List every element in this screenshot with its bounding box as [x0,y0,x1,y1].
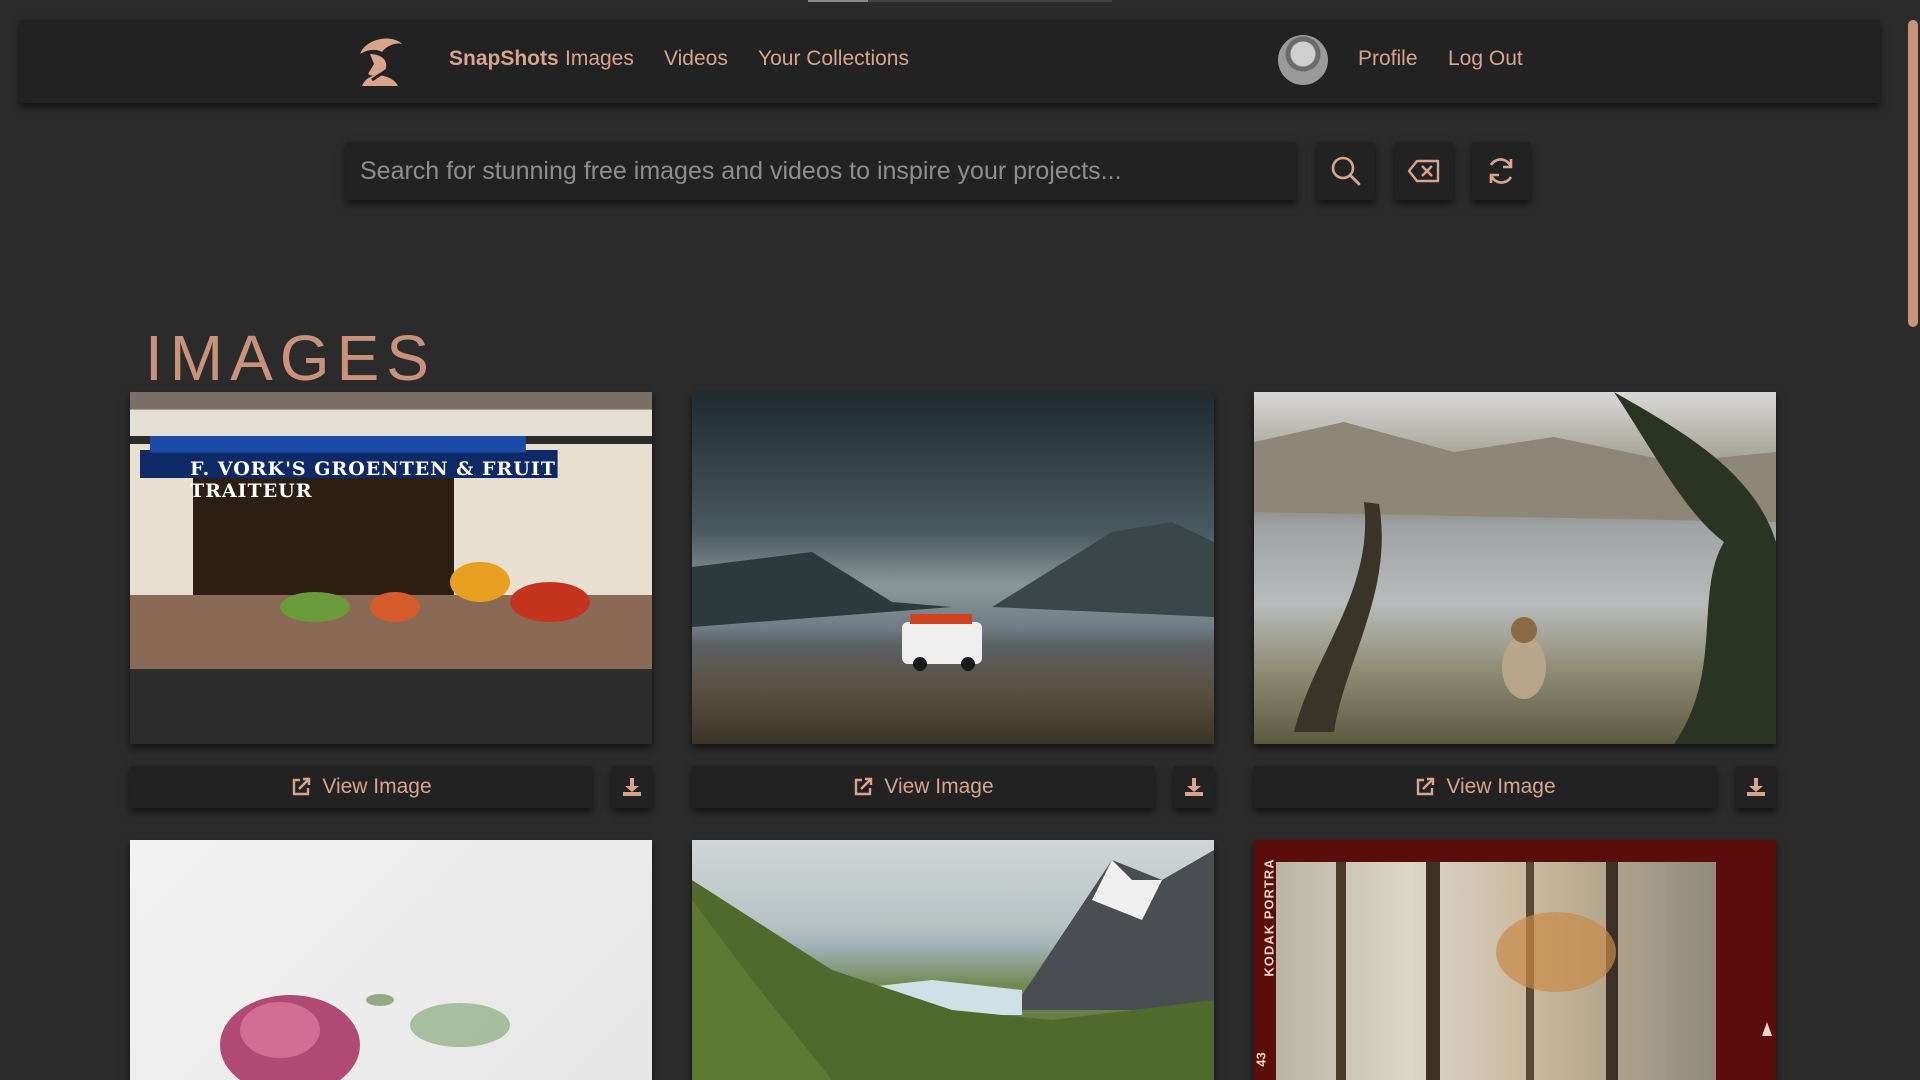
image-card-van[interactable] [692,392,1214,744]
search-button[interactable] [1317,142,1375,200]
download-icon [1185,778,1203,796]
clear-button[interactable] [1395,142,1453,200]
avatar[interactable] [1278,35,1328,85]
image-card-film[interactable]: KODAK PORTRA 43 [1254,840,1776,1080]
fruit-display [280,592,350,622]
scrollbar-thumb[interactable] [1908,20,1918,327]
mountain-art [692,850,1214,1080]
flower-art [220,994,510,1080]
van-landscape-art [692,522,1214,671]
download-button[interactable] [612,766,652,808]
image-card-shop[interactable]: F. VORK'S GROENTEN & FRUIT TRAITEUR [130,392,652,744]
film-photo [1276,862,1716,1080]
navbar: SnapShots Images Videos Your Collections… [20,20,1880,103]
film-brand-text: KODAK PORTRA [1261,858,1277,977]
search-icon [1331,156,1361,186]
backspace-clear-icon [1407,159,1440,183]
download-icon [1747,778,1765,796]
image-card-lake[interactable] [1254,392,1776,744]
logo-icon[interactable] [352,34,408,90]
external-link-icon [855,777,873,796]
nav-link-videos[interactable]: Videos [664,47,728,71]
fruit-display [370,592,420,622]
download-icon [623,778,641,796]
search-input[interactable] [346,142,1296,200]
fruit-display [450,562,510,602]
fruit-display [510,582,590,622]
refresh-icon [1489,158,1513,184]
view-image-button[interactable]: View Image [692,766,1154,808]
view-image-button[interactable]: View Image [1254,766,1716,808]
view-image-label: View Image [322,775,432,798]
image-card-mountain[interactable] [692,840,1214,1080]
nav-link-images[interactable]: Images [565,47,634,71]
film-arrow-icon [1762,1022,1772,1036]
nav-link-collections[interactable]: Your Collections [758,47,909,71]
download-button[interactable] [1736,766,1776,808]
nav-link-logout[interactable]: Log Out [1448,47,1523,71]
image-card-flower[interactable] [130,840,652,1080]
nav-link-profile[interactable]: Profile [1358,47,1418,71]
top-progress-line [808,0,1112,2]
lake-landscape-art [1254,392,1776,744]
section-title: IMAGES [145,321,436,394]
external-link-icon [1417,777,1435,796]
download-button[interactable] [1174,766,1214,808]
scrollbar[interactable] [1906,0,1920,1080]
film-frame-number: 43 [1254,1052,1269,1067]
refresh-button[interactable] [1472,142,1530,200]
external-link-icon [293,777,311,796]
view-image-label: View Image [1446,775,1556,798]
shop-sign-text: F. VORK'S GROENTEN & FRUIT TRAITEUR [190,458,556,502]
view-image-label: View Image [884,775,994,798]
view-image-button[interactable]: View Image [130,766,592,808]
brand-name[interactable]: SnapShots [449,47,559,71]
forest-art [1336,862,1618,1080]
